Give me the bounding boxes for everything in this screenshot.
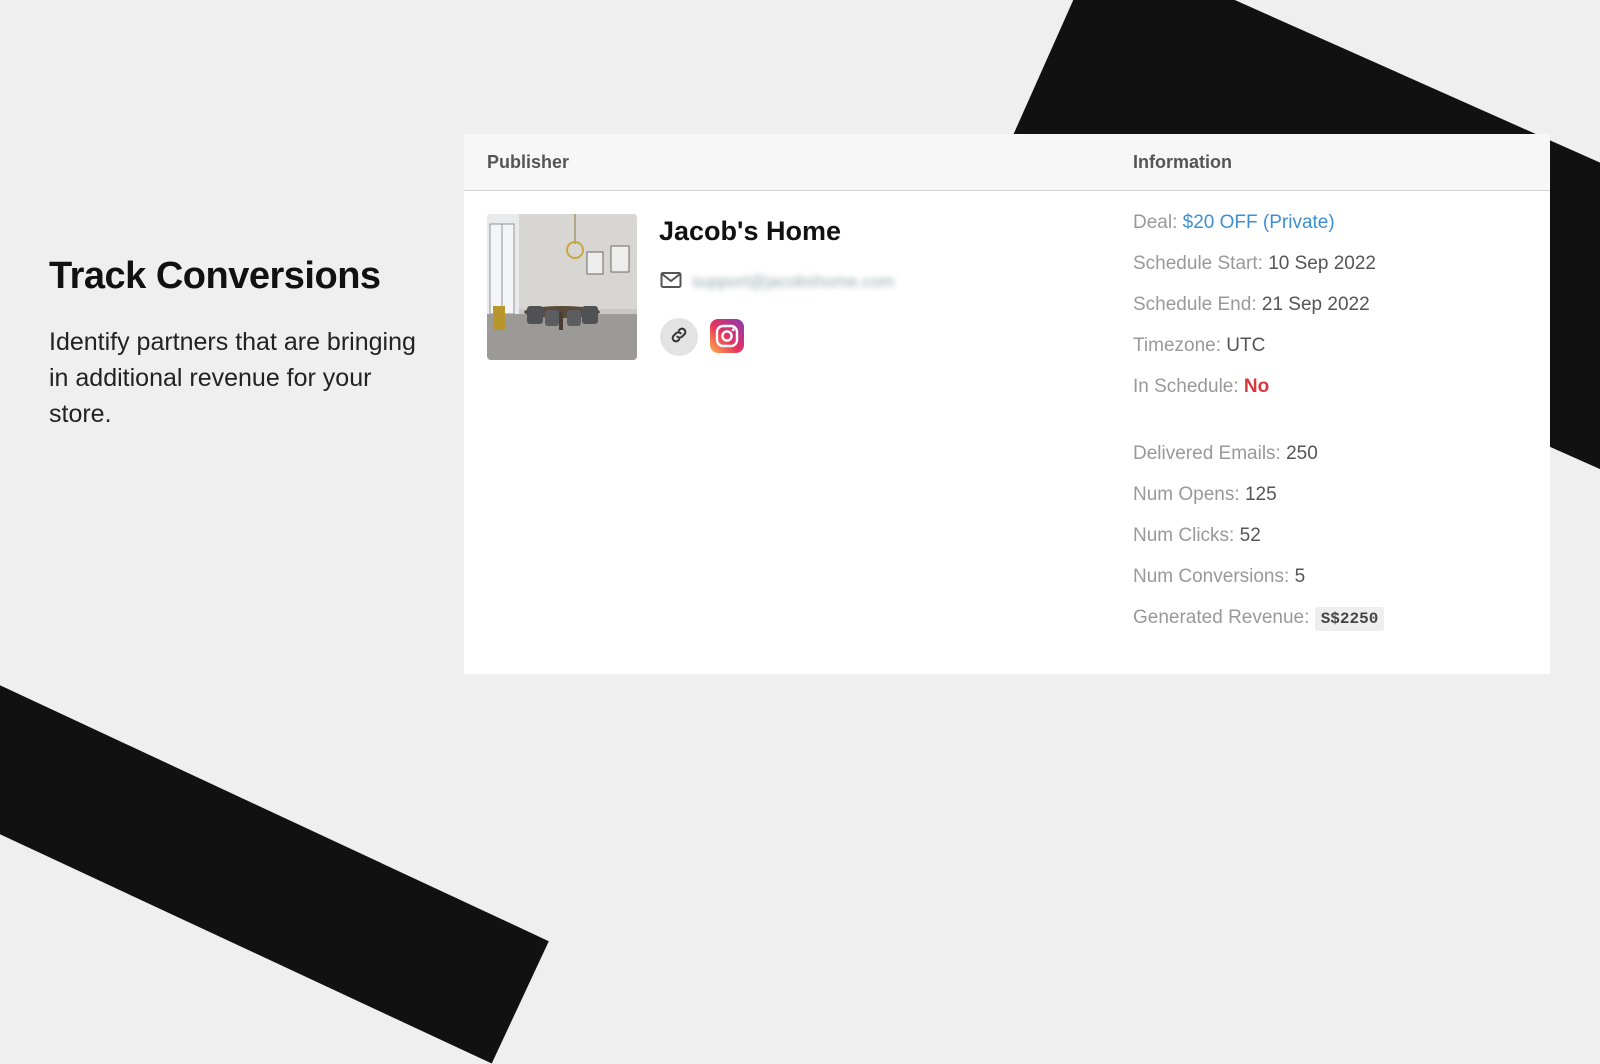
publisher-name: Jacob's Home xyxy=(659,216,841,246)
info-value-timezone: UTC xyxy=(1226,335,1266,356)
info-value-schedule-start: 10 Sep 2022 xyxy=(1268,253,1376,274)
info-value-num-opens: 125 xyxy=(1244,484,1277,505)
info-num-clicks: Num Clicks: 52 xyxy=(1133,525,1261,547)
promo-description: Identify partners that are bringing in a… xyxy=(49,328,416,428)
instagram-link-button[interactable] xyxy=(710,319,744,353)
promo-section: Track Conversions Identify partners that… xyxy=(49,255,434,432)
decorative-stripe-bottom xyxy=(0,620,549,1064)
info-delivered-emails: Delivered Emails: 250 xyxy=(1133,443,1318,465)
info-schedule-end: Schedule End: 21 Sep 2022 xyxy=(1133,294,1370,316)
website-link-button[interactable] xyxy=(660,318,698,356)
info-label-in-schedule: In Schedule: xyxy=(1133,376,1239,397)
info-value-schedule-end: 21 Sep 2022 xyxy=(1261,294,1370,315)
deal-link[interactable]: $20 OFF (Private) xyxy=(1183,212,1335,233)
info-label-schedule-end: Schedule End: xyxy=(1133,294,1257,315)
promo-title: Track Conversions xyxy=(49,255,381,297)
info-num-conversions: Num Conversions: 5 xyxy=(1133,566,1305,588)
mail-icon xyxy=(660,271,682,294)
publisher-table: Publisher Information Jacob's Home suppo… xyxy=(464,134,1550,674)
publisher-email: support@jacobshome.com xyxy=(692,272,895,291)
info-label-schedule-start: Schedule Start: xyxy=(1133,253,1263,274)
publisher-email-row: support@jacobshome.com xyxy=(660,270,894,294)
info-label-generated-revenue: Generated Revenue: xyxy=(1133,607,1310,628)
info-label-timezone: Timezone: xyxy=(1133,335,1221,356)
info-schedule-start: Schedule Start: 10 Sep 2022 xyxy=(1133,253,1376,275)
info-deal: Deal: $20 OFF (Private) xyxy=(1133,212,1335,234)
info-in-schedule: In Schedule: No xyxy=(1133,376,1269,398)
info-label-delivered-emails: Delivered Emails: xyxy=(1133,443,1281,464)
info-num-opens: Num Opens: 125 xyxy=(1133,484,1277,506)
column-header-publisher: Publisher xyxy=(487,152,570,172)
info-value-delivered-emails: 250 xyxy=(1286,443,1318,464)
column-header-information: Information xyxy=(1133,152,1232,172)
info-timezone: Timezone: UTC xyxy=(1133,335,1265,357)
info-label-deal: Deal: xyxy=(1133,212,1178,233)
info-value-num-clicks: 52 xyxy=(1239,525,1261,546)
table-header: Publisher Information xyxy=(464,134,1550,191)
info-label-num-opens: Num Opens: xyxy=(1133,484,1240,505)
publisher-thumbnail xyxy=(487,214,637,360)
info-value-generated-revenue: S$2250 xyxy=(1314,607,1385,631)
link-icon xyxy=(669,325,689,350)
instagram-icon xyxy=(710,319,744,357)
info-value-num-conversions: 5 xyxy=(1294,566,1306,587)
info-generated-revenue: Generated Revenue: S$2250 xyxy=(1133,607,1385,631)
info-value-in-schedule: No xyxy=(1243,376,1270,397)
info-label-num-conversions: Num Conversions: xyxy=(1133,566,1290,587)
info-label-num-clicks: Num Clicks: xyxy=(1133,525,1235,546)
